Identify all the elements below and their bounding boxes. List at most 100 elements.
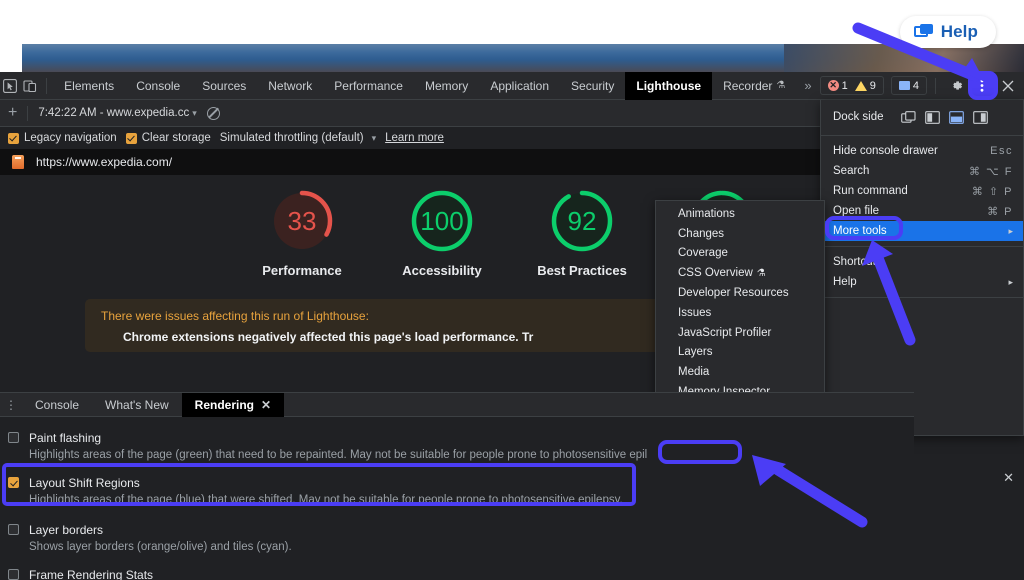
submenu-item-label: Animations [678,208,735,220]
error-icon: ✕ [828,80,839,91]
report-selector[interactable]: 7:42:22 AM - www.expedia.cc▾ [38,107,196,119]
tab-label: Elements [64,79,114,93]
help-button[interactable]: Help [900,16,996,48]
tab-label: Memory [425,79,468,93]
menu-item-open-file[interactable]: Open file ⌘ P [821,201,1023,221]
menu-item-label: More tools [833,225,887,237]
issue-counters[interactable]: ✕ 1 9 [820,76,884,95]
message-icon [899,81,910,90]
inspect-element-icon[interactable] [0,73,20,99]
option-title: Paint flashing [29,431,101,445]
panel-close-icon[interactable]: ✕ [1003,470,1014,486]
more-options-icon[interactable] [970,74,994,98]
menu-item-shortcut: Esc [990,145,1013,157]
gauge-best-practices[interactable]: 92 Best Practices [528,187,636,281]
menu-item-run-command[interactable]: Run command ⌘ ⇧ P [821,181,1023,201]
help-button-label: Help [941,22,978,42]
error-counter[interactable]: ✕ 1 [828,80,848,92]
tab-elements[interactable]: Elements [53,72,125,100]
tab-application[interactable]: Application [479,72,560,100]
checkbox-icon[interactable] [8,524,19,535]
gauge-accessibility[interactable]: 100 Accessibility [388,187,496,281]
no-entry-icon[interactable] [207,107,220,120]
tab-sources[interactable]: Sources [191,72,257,100]
menu-item-shortcut: ⌘ ⌥ F [969,165,1013,178]
device-toolbar-icon[interactable] [20,73,40,99]
submenu-item-label: CSS Overview [678,267,753,279]
submenu-item-developer-resources[interactable]: Developer Resources [656,283,824,303]
gauge-label: Accessibility [388,262,496,281]
tab-lighthouse[interactable]: Lighthouse [625,72,712,100]
tab-network[interactable]: Network [257,72,323,100]
screenshot-root: Help Elements Console Sources Network Pe… [0,0,1024,580]
submenu-item-issues[interactable]: Issues [656,303,824,323]
legacy-navigation-checkbox[interactable]: Legacy navigation [8,132,117,144]
tab-console[interactable]: Console [125,72,191,100]
gear-icon[interactable] [944,74,968,98]
gauge-value: 92 [548,187,616,255]
submenu-item-javascript-profiler[interactable]: JavaScript Profiler [656,323,824,343]
checkbox-icon[interactable] [8,569,19,580]
menu-item-more-tools[interactable]: More tools ▸ [821,221,1023,241]
tab-memory[interactable]: Memory [414,72,479,100]
menu-item-hide-console-drawer[interactable]: Hide console drawer Esc [821,141,1023,161]
submenu-item-changes[interactable]: Changes [656,224,824,244]
warning-counter[interactable]: 9 [855,80,876,92]
gauge-ring: 100 [408,187,476,255]
gauge-ring: 92 [548,187,616,255]
dock-bottom-icon[interactable] [947,109,966,126]
submenu-item-css-overview[interactable]: CSS Overview⚗ [656,263,824,283]
devtools-tabbar: Elements Console Sources Network Perform… [0,72,1024,100]
dock-side-row: Dock side [821,104,1023,130]
experimental-flask-icon: ⚗ [776,80,785,91]
checkbox-icon[interactable] [8,432,19,443]
submenu-item-coverage[interactable]: Coverage [656,244,824,264]
message-counter[interactable]: 4 [891,76,927,95]
error-count: 1 [842,80,848,92]
option-description: Highlights areas of the page (blue) that… [29,493,623,508]
menu-item-search[interactable]: Search ⌘ ⌥ F [821,161,1023,181]
rendering-option-frame-rendering-stats[interactable]: Frame Rendering Stats Plots frame throug… [8,566,914,580]
submenu-item-label: Changes [678,228,724,240]
clear-storage-checkbox[interactable]: Clear storage [126,132,211,144]
drawer-tab-label: What's New [105,398,169,412]
rendering-option-layer-borders[interactable]: Layer borders Shows layer borders (orang… [8,521,914,555]
message-count: 4 [913,80,919,92]
gauge-label: Performance [248,262,356,281]
learn-more-link[interactable]: Learn more [385,132,444,144]
rendering-option-layout-shift-regions[interactable]: Layout Shift Regions Highlights areas of… [8,474,914,508]
submenu-item-label: JavaScript Profiler [678,327,771,339]
submenu-item-label: Layers [678,346,713,358]
submenu-item-animations[interactable]: Animations [656,204,824,224]
tab-recorder[interactable]: Recorder⚗ [712,72,796,100]
gauge-performance[interactable]: 33 Performance [248,187,356,281]
tab-overflow-button[interactable]: » [796,78,819,93]
menu-item-label: Search [833,165,869,177]
dock-undock-icon[interactable] [899,109,918,126]
submenu-item-layers[interactable]: Layers [656,343,824,363]
drawer-more-options-icon[interactable]: ⋮ [0,398,22,412]
tab-security[interactable]: Security [560,72,625,100]
dock-left-icon[interactable] [923,109,942,126]
tab-label: Network [268,79,312,93]
close-icon[interactable]: ✕ [261,398,271,412]
checkbox-icon[interactable] [8,477,19,488]
dock-right-icon[interactable] [971,109,990,126]
option-title: Layout Shift Regions [29,476,140,490]
menu-item-shortcuts[interactable]: Shortcuts [821,252,1023,272]
rendering-option-paint-flashing[interactable]: Paint flashing Highlights areas of the p… [8,429,914,463]
checkbox-icon [8,133,19,144]
menu-item-label: Help [833,276,857,288]
divider [27,106,28,121]
drawer-tab-console[interactable]: Console [22,393,92,417]
chevron-right-icon: ▸ [1008,277,1013,288]
submenu-item-media[interactable]: Media [656,362,824,382]
close-icon[interactable] [996,74,1020,98]
drawer-tab-rendering[interactable]: Rendering ✕ [182,393,284,417]
menu-item-help[interactable]: Help ▸ [821,272,1023,292]
tab-performance[interactable]: Performance [323,72,414,100]
new-report-button[interactable]: + [8,105,17,121]
drawer-tab-whats-new[interactable]: What's New [92,393,182,417]
throttling-select[interactable]: Simulated throttling (default) ▾ [220,132,376,144]
chevron-right-icon: ▸ [1008,226,1013,237]
